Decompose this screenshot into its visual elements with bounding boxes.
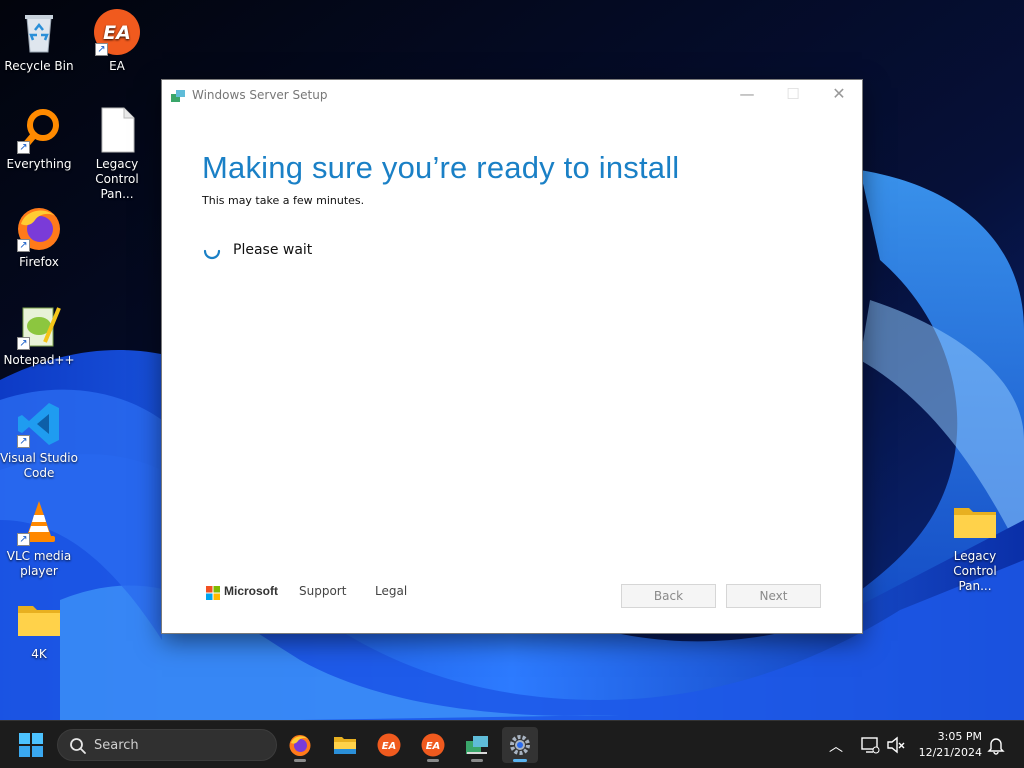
desktop-icon-label: Everything (6, 157, 72, 171)
back-button[interactable]: Back (621, 584, 716, 608)
taskbar-file-explorer[interactable] (327, 727, 363, 763)
document-icon (93, 106, 141, 154)
desktop-icon-label: Notepad++ (3, 353, 75, 367)
settings-gear-icon (508, 733, 532, 757)
close-button[interactable]: ✕ (816, 80, 862, 108)
start-button-windows-icon[interactable] (19, 733, 43, 757)
desktop-icon-label: VLC media player (6, 549, 72, 578)
firefox-icon: ↗ (15, 204, 63, 252)
desktop-icon-label: EA (109, 59, 125, 73)
taskbar-ea[interactable]: EA (371, 727, 407, 763)
file-explorer-icon (333, 733, 357, 757)
clock-time: 3:05 PM (937, 730, 982, 743)
shortcut-arrow-icon: ↗ (17, 239, 30, 252)
setup-app-icon (171, 87, 185, 102)
minimize-button[interactable]: — (724, 80, 770, 108)
desktop-icon-ea[interactable]: EA ↗ EA (78, 8, 156, 74)
desktop-icon-label: Legacy Control Pan... (95, 157, 139, 201)
desktop-icon-everything[interactable]: ↗ Everything (0, 106, 78, 172)
desktop-icon-recycle-bin[interactable]: Recycle Bin (0, 8, 78, 74)
desktop-icon-legacy-control-panel-folder[interactable]: Legacy Control Pan... (936, 498, 1014, 594)
desktop-icon-label: Recycle Bin (4, 59, 74, 73)
taskbar-search-box[interactable]: Search (57, 729, 277, 761)
running-indicator (427, 759, 439, 762)
notification-bell-icon[interactable] (986, 735, 1006, 755)
desktop-icon-label: 4K (31, 647, 47, 661)
taskbar-setup[interactable] (459, 727, 495, 763)
network-icon[interactable] (860, 735, 880, 755)
microsoft-logo-icon (206, 585, 220, 600)
taskbar-ea-running[interactable]: EA (415, 727, 451, 763)
shortcut-arrow-icon: ↗ (17, 337, 30, 350)
everything-search-icon: ↗ (15, 106, 63, 154)
show-hidden-icons-chevron-up-icon[interactable]: ︿ (829, 736, 843, 756)
shortcut-arrow-icon: ↗ (17, 435, 30, 448)
shortcut-arrow-icon: ↗ (17, 533, 30, 546)
page-heading: Making sure you’re ready to install (202, 150, 680, 185)
search-placeholder: Search (94, 738, 139, 753)
taskbar-firefox[interactable] (282, 727, 318, 763)
shortcut-arrow-icon: ↗ (95, 43, 108, 56)
desktop-icon-legacy-control-panel[interactable]: Legacy Control Pan... (78, 106, 156, 202)
desktop-icon-firefox[interactable]: ↗ Firefox (0, 204, 78, 270)
maximize-button[interactable]: ☐ (770, 80, 816, 108)
ea-icon: EA (421, 733, 445, 757)
taskbar: Search EA EA ︿ 3:05 PM 12/21/2024 (0, 720, 1024, 768)
support-link[interactable]: Support (299, 584, 346, 598)
desktop-icon-label: Legacy Control Pan... (953, 549, 997, 593)
notepad-plus-plus-icon: ↗ (15, 302, 63, 350)
desktop-icon-label: Firefox (19, 255, 59, 269)
volume-muted-icon[interactable] (886, 735, 906, 755)
vlc-cone-icon: ↗ (15, 498, 63, 546)
svg-text:EA: EA (426, 741, 441, 752)
folder-icon (15, 596, 63, 644)
taskbar-settings[interactable] (502, 727, 538, 763)
status-text: Please wait (233, 242, 313, 258)
setup-window: Windows Server Setup — ☐ ✕ Making sure y… (162, 80, 862, 633)
recycle-bin-icon (15, 8, 63, 56)
desktop-icon-visual-studio-code[interactable]: ↗ Visual Studio Code (0, 400, 78, 481)
microsoft-brand: Microsoft (224, 584, 278, 598)
desktop-icon-label: Visual Studio Code (0, 451, 78, 480)
loading-spinner-icon (202, 241, 222, 261)
running-indicator (471, 759, 483, 762)
desktop-icon-notepad-plus-plus[interactable]: ↗ Notepad++ (0, 302, 78, 368)
ea-icon: EA (377, 733, 401, 757)
page-subheading: This may take a few minutes. (202, 194, 365, 207)
clock-date: 12/21/2024 (918, 746, 982, 759)
legal-link[interactable]: Legal (375, 584, 407, 598)
desktop-icon-vlc[interactable]: ↗ VLC media player (0, 498, 78, 579)
running-indicator (294, 759, 306, 762)
firefox-icon (288, 733, 312, 757)
svg-text:EA: EA (382, 741, 397, 752)
desktop-icon-4k-folder[interactable]: 4K (0, 596, 78, 662)
window-title: Windows Server Setup (192, 88, 328, 102)
setup-icon (465, 733, 489, 757)
next-button[interactable]: Next (726, 584, 821, 608)
svg-text:EA: EA (103, 22, 131, 44)
active-indicator (513, 759, 527, 762)
title-bar[interactable]: Windows Server Setup — ☐ ✕ (162, 80, 862, 108)
shortcut-arrow-icon: ↗ (17, 141, 30, 154)
ea-icon: EA ↗ (93, 8, 141, 56)
search-icon (69, 737, 87, 755)
folder-icon (951, 498, 999, 546)
taskbar-clock[interactable]: 3:05 PM 12/21/2024 (912, 729, 982, 761)
vscode-icon: ↗ (15, 400, 63, 448)
